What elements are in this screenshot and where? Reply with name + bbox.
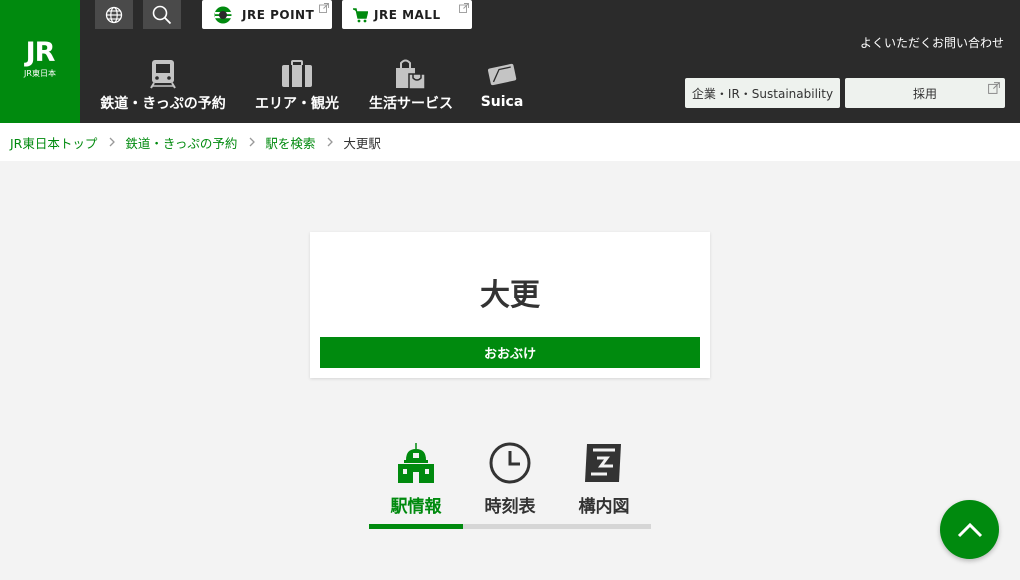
suitcase-icon (282, 59, 312, 87)
nav-item-suica[interactable]: Suica (480, 57, 524, 113)
globe-icon (105, 6, 123, 23)
external-link-icon (319, 3, 329, 13)
search-icon (152, 5, 172, 24)
tab-inactive-indicator (463, 524, 651, 529)
station-name: 大更 (480, 278, 540, 313)
chevron-right-icon (249, 137, 256, 147)
tab-station-map[interactable]: 構内図 (557, 432, 651, 529)
clock-icon (489, 442, 531, 484)
station-reading: おおぶけ (320, 337, 700, 368)
breadcrumb-link-top[interactable]: JR東日本トップ (10, 133, 97, 152)
nav-label: 生活サービス (369, 96, 453, 112)
language-button[interactable] (95, 0, 133, 29)
nav-label: Suica (480, 94, 524, 110)
station-header-card: 大更 おおぶけ (310, 232, 710, 378)
breadcrumb: JR東日本トップ 鉄道・きっぷの予約 駅を検索 大更駅 (0, 123, 1020, 161)
nav-item-area[interactable]: エリア・観光 (255, 57, 339, 113)
tab-label: 駅情報 (390, 497, 442, 517)
station-map-icon (585, 444, 621, 482)
jre-point-logo-icon (214, 6, 232, 23)
logo-subtitle: JR東日本 (24, 69, 56, 78)
suica-card-icon (487, 63, 517, 86)
breadcrumb-current: 大更駅 (343, 135, 381, 151)
nav-label: 鉄道・きっぷの予約 (100, 96, 226, 112)
chevron-right-icon (327, 137, 334, 147)
tab-station-info[interactable]: 駅情報 (369, 432, 463, 529)
train-icon (150, 59, 176, 89)
tab-label: 時刻表 (484, 497, 536, 517)
faq-link[interactable]: よくいただくお問い合わせ (860, 34, 1004, 51)
tab-label: 構内図 (578, 497, 630, 517)
jre-point-label: JRE POINT (242, 7, 315, 22)
jre-point-link[interactable]: JRE POINT (202, 0, 332, 29)
recruit-label: 採用 (912, 86, 937, 101)
nav-item-lifestyle[interactable]: 生活サービス (369, 57, 453, 113)
external-link-icon (459, 3, 469, 13)
shopping-cart-icon (353, 7, 368, 22)
nav-item-railway[interactable]: 鉄道・きっぷの予約 (100, 57, 226, 113)
search-button[interactable] (143, 0, 181, 29)
breadcrumb-link-station-search[interactable]: 駅を検索 (265, 133, 315, 152)
nav-label: エリア・観光 (255, 96, 339, 112)
jre-mall-link[interactable]: JRE MALL (342, 0, 472, 29)
external-link-icon (988, 82, 1000, 94)
breadcrumb-link-railway[interactable]: 鉄道・きっぷの予約 (125, 133, 237, 152)
station-building-icon (398, 443, 434, 483)
chevron-right-icon (109, 137, 116, 147)
scroll-to-top-button[interactable] (940, 500, 999, 559)
tab-timetable[interactable]: 時刻表 (463, 432, 557, 529)
jre-mall-label: JRE MALL (374, 7, 441, 22)
corporate-ir-button[interactable]: 企業・IR・Sustainability (685, 78, 840, 108)
shopping-bag-icon (396, 59, 426, 90)
chevron-up-icon (957, 522, 982, 537)
site-header: JR JR東日本 JRE POINT JRE MALL 鉄道・きっぷの予約 エリ… (0, 0, 1020, 123)
recruit-button[interactable]: 採用 (845, 78, 1005, 108)
tab-active-indicator (369, 524, 463, 529)
logo-mark: JR (25, 37, 56, 68)
jr-east-logo[interactable]: JR JR東日本 (0, 0, 80, 123)
